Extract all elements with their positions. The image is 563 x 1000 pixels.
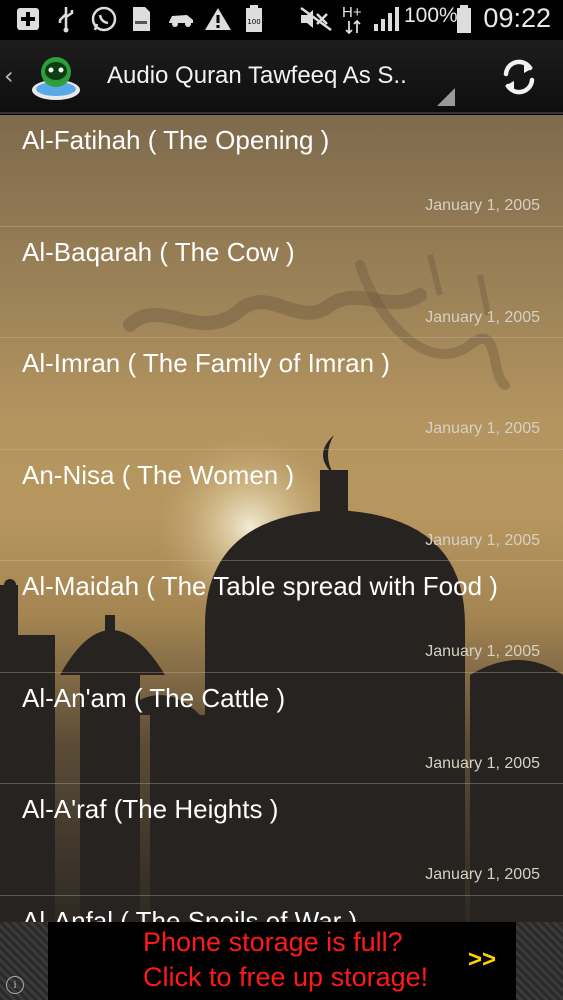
ad-headline: Phone storage is full? — [143, 927, 403, 957]
surah-date: January 1, 2005 — [425, 643, 540, 660]
add-icon — [14, 6, 42, 32]
surah-date: January 1, 2005 — [425, 197, 540, 214]
signal-icon — [372, 6, 402, 32]
svg-text:100: 100 — [247, 18, 260, 26]
ad-info-icon[interactable]: i — [6, 976, 24, 994]
mute-icon — [298, 6, 334, 32]
ad-banner[interactable]: i Phone storage is full? Click to free u… — [0, 922, 563, 1000]
car-icon — [166, 6, 196, 32]
surah-date: January 1, 2005 — [425, 308, 540, 326]
surah-title: Al-Fatihah ( The Opening ) — [22, 125, 330, 155]
ad-subline: Click to free up storage! — [143, 962, 429, 992]
surah-date: January 1, 2005 — [425, 420, 540, 437]
surah-title: An-Nisa ( The Women ) — [22, 459, 295, 490]
ad-arrow-icon[interactable]: >> — [468, 946, 496, 974]
surah-title: Al-Maidah ( The Table spread with Food ) — [22, 571, 498, 601]
surah-title: Al-Anfal ( The Spoils of War ) — [22, 905, 358, 923]
usb-icon — [52, 6, 80, 33]
surah-list: Al-Fatihah ( The Opening ) January 1, 20… — [0, 115, 563, 922]
list-item[interactable]: Al-Maidah ( The Table spread with Food )… — [0, 561, 563, 673]
surah-date: January 1, 2005 — [425, 531, 540, 549]
list-item[interactable]: Al-Fatihah ( The Opening ) January 1, 20… — [0, 115, 563, 227]
action-bar: ‹ Audio Quran Tawfeeq As S.. — [0, 40, 563, 114]
list-item[interactable]: Al-Imran ( The Family of Imran ) January… — [0, 338, 563, 450]
battery-percent: 100% — [404, 4, 458, 27]
status-bar: 100 H+ 100% 09:22 — [0, 0, 563, 40]
battery-icon — [454, 5, 474, 33]
surah-title: Al-A'raf (The Heights ) — [22, 794, 279, 824]
app-title[interactable]: Audio Quran Tawfeeq As S.. — [107, 62, 407, 90]
surah-date: January 1, 2005 — [425, 866, 540, 883]
chevron-left-icon[interactable]: ‹ — [4, 62, 14, 90]
sd-card-icon — [128, 6, 154, 32]
whatsapp-icon — [88, 6, 120, 32]
surah-list-container[interactable]: Al-Fatihah ( The Opening ) January 1, 20… — [0, 115, 563, 922]
refresh-button[interactable] — [494, 54, 544, 100]
surah-title: Al-An'am ( The Cattle ) — [22, 682, 286, 713]
list-item[interactable]: Al-An'am ( The Cattle ) January 1, 2005 — [0, 673, 563, 784]
app-logo-icon[interactable] — [30, 52, 82, 102]
list-item[interactable]: An-Nisa ( The Women ) January 1, 2005 — [0, 450, 563, 561]
data-arrows-icon — [344, 20, 362, 34]
surah-title: Al-Baqarah ( The Cow ) — [22, 236, 295, 267]
list-item[interactable]: Al-Baqarah ( The Cow ) January 1, 2005 — [0, 227, 563, 338]
surah-title: Al-Imran ( The Family of Imran ) — [22, 348, 390, 378]
spinner-indicator-icon — [437, 88, 455, 106]
network-type-label: H+ — [342, 4, 362, 21]
warning-icon — [204, 6, 232, 32]
refresh-icon — [503, 59, 535, 95]
ad-side-pattern — [515, 922, 563, 1000]
clock: 09:22 — [483, 3, 551, 33]
list-item[interactable]: Al-Anfal ( The Spoils of War ) — [0, 896, 563, 923]
list-item[interactable]: Al-A'raf (The Heights ) January 1, 2005 — [0, 784, 563, 896]
surah-date: January 1, 2005 — [425, 754, 540, 772]
battery-saver-icon: 100 — [242, 5, 266, 32]
ad-content[interactable]: Phone storage is full? Click to free up … — [48, 922, 516, 1000]
